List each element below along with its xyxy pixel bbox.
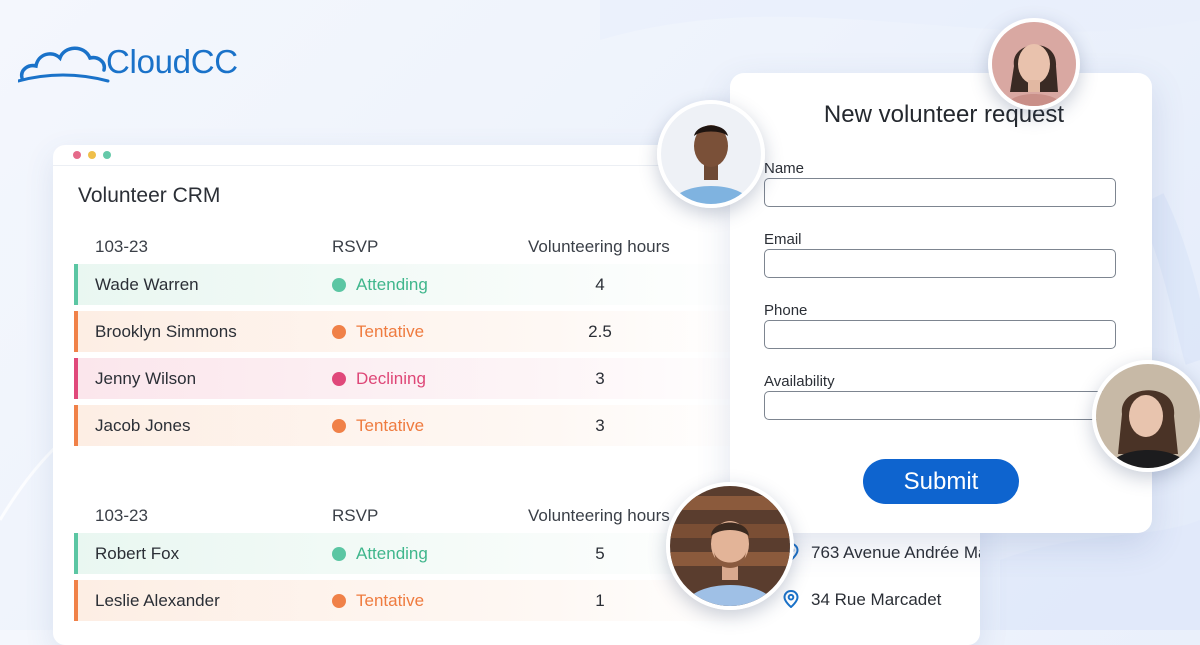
table-header: 103-23 RSVP Volunteering hours <box>53 231 753 261</box>
row-status-bar <box>74 580 78 621</box>
status-dot <box>332 372 346 386</box>
form-title: New volunteer request <box>823 101 1065 128</box>
row-status-bar <box>74 311 78 352</box>
status-dot <box>332 547 346 561</box>
rsvp-status: Tentative <box>356 322 425 341</box>
volunteer-name: Wade Warren <box>95 275 199 294</box>
address-text: 763 Avenue Andrée Ma <box>811 543 980 562</box>
table-row[interactable]: Leslie Alexander Tentative 1 <box>74 580 754 621</box>
avatar <box>666 482 794 610</box>
rsvp-status: Attending <box>356 544 428 563</box>
volunteer-name: Robert Fox <box>95 544 180 563</box>
volunteer-hours: 4 <box>595 275 605 294</box>
map-pin-icon <box>783 590 799 608</box>
row-status-bar <box>74 264 78 305</box>
email-label: Email <box>764 231 802 248</box>
crm-title: Volunteer CRM <box>78 184 221 207</box>
rsvp-status: Attending <box>356 275 428 294</box>
phone-field[interactable] <box>764 320 1116 349</box>
row-status-bar <box>74 533 78 574</box>
table-row[interactable]: Robert Fox Attending 5 <box>74 533 754 574</box>
status-dot <box>332 594 346 608</box>
phone-label: Phone <box>764 302 808 319</box>
volunteer-name: Brooklyn Simmons <box>95 322 237 341</box>
volunteer-hours: 3 <box>595 369 605 388</box>
address-item: 763 Avenue Andrée Ma <box>783 543 980 563</box>
avatar <box>1092 360 1200 472</box>
status-dot <box>332 419 346 433</box>
header-hours: Volunteering hours <box>528 506 670 525</box>
rsvp-status: Tentative <box>356 591 425 610</box>
availability-label: Availability <box>764 373 835 390</box>
volunteer-name: Leslie Alexander <box>95 591 220 610</box>
submit-button[interactable]: Submit <box>863 459 1019 504</box>
volunteer-request-form: New volunteer request Name Email Phone A… <box>730 73 1152 533</box>
window-close-dot[interactable] <box>73 151 81 159</box>
row-status-bar <box>74 358 78 399</box>
header-id: 103-23 <box>95 506 148 525</box>
name-label: Name <box>764 160 805 177</box>
table-header: 103-23 RSVP Volunteering hours <box>53 500 753 530</box>
availability-field[interactable] <box>764 391 1116 420</box>
window-minimize-dot[interactable] <box>88 151 96 159</box>
volunteer-hours: 1 <box>595 591 605 610</box>
status-dot <box>332 278 346 292</box>
avatar <box>988 18 1080 110</box>
avatar <box>657 100 765 208</box>
header-rsvp: RSVP <box>332 506 379 525</box>
rsvp-status: Declining <box>356 369 426 388</box>
name-field[interactable] <box>764 178 1116 207</box>
address-item: 34 Rue Marcadet <box>783 590 980 610</box>
volunteer-hours: 3 <box>595 416 605 435</box>
rsvp-status: Tentative <box>356 416 425 435</box>
table-row[interactable]: Jenny Wilson Declining 3 <box>74 358 754 399</box>
header-hours: Volunteering hours <box>528 237 670 256</box>
cloud-icon <box>18 46 110 83</box>
volunteer-hours: 2.5 <box>588 322 612 341</box>
volunteer-hours: 5 <box>595 544 605 563</box>
table-row[interactable]: Brooklyn Simmons Tentative 2.5 <box>74 311 754 352</box>
header-rsvp: RSVP <box>332 237 379 256</box>
volunteer-name: Jenny Wilson <box>95 369 197 388</box>
table-row[interactable]: Wade Warren Attending 4 <box>74 264 754 305</box>
table-row[interactable]: Jacob Jones Tentative 3 <box>74 405 754 446</box>
volunteer-name: Jacob Jones <box>95 416 191 435</box>
address-text: 34 Rue Marcadet <box>811 590 942 609</box>
header-id: 103-23 <box>95 237 148 256</box>
row-status-bar <box>74 405 78 446</box>
email-field[interactable] <box>764 249 1116 278</box>
logo: CloudCC <box>18 40 238 84</box>
status-dot <box>332 325 346 339</box>
window-maximize-dot[interactable] <box>103 151 111 159</box>
brand-name: CloudCC <box>106 43 238 80</box>
